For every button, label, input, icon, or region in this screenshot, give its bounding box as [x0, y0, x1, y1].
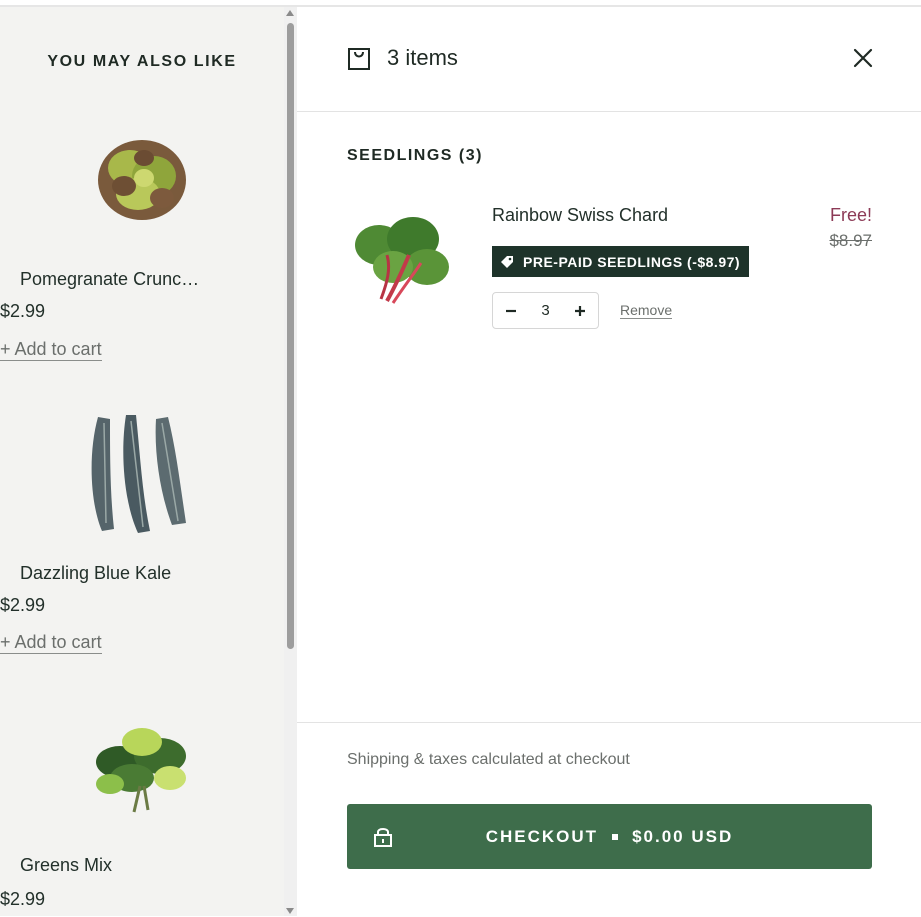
- shipping-note: Shipping & taxes calculated at checkout: [347, 751, 630, 768]
- recommendations-panel: YOU MAY ALSO LIKE Pomegranate Crunc… $2.…: [0, 7, 284, 916]
- checkout-button[interactable]: CHECKOUT $0.00 USD: [347, 804, 872, 869]
- increase-quantity-button[interactable]: [562, 293, 598, 328]
- recommendations-title: YOU MAY ALSO LIKE: [47, 53, 237, 70]
- separator-dot: [612, 833, 619, 840]
- decrease-quantity-button[interactable]: [493, 293, 529, 328]
- add-to-cart-label[interactable]: + Add to cart: [0, 339, 102, 361]
- item-price-now: Free!: [829, 205, 872, 225]
- checkout-label[interactable]: CHECKOUT: [486, 827, 598, 847]
- add-to-cart-link[interactable]: + Add to cart: [0, 339, 284, 361]
- recommendations-scrollbar[interactable]: [284, 7, 297, 916]
- swiss-chard-image[interactable]: [347, 205, 457, 315]
- add-to-cart-link[interactable]: + Add to cart: [0, 632, 284, 654]
- close-icon[interactable]: [852, 47, 874, 69]
- recommendation-name[interactable]: Greens Mix: [20, 855, 264, 876]
- recommendation-name[interactable]: Pomegranate Crunc…: [20, 269, 264, 290]
- greens-mix-image[interactable]: [80, 706, 204, 830]
- discount-label: PRE-PAID SEEDLINGS (-$8.97): [523, 253, 741, 270]
- kale-image[interactable]: [80, 413, 204, 537]
- scroll-down-arrow-icon[interactable]: [286, 908, 294, 914]
- minus-icon: [506, 309, 516, 312]
- recommendation-name[interactable]: Dazzling Blue Kale: [20, 563, 264, 584]
- discount-badge: PRE-PAID SEEDLINGS (-$8.97): [492, 246, 750, 277]
- recommendation-price: $2.99: [0, 595, 46, 615]
- scrollbar-thumb[interactable]: [287, 23, 294, 649]
- checkout-amount[interactable]: $0.00 USD: [632, 827, 733, 847]
- cart-drawer: 3 items SEEDLINGS (3) Rainbow Swiss Char…: [297, 7, 921, 916]
- bag-icon: [348, 48, 370, 70]
- cart-section-title: SEEDLINGS (3): [347, 147, 483, 164]
- quantity-stepper: 3: [492, 292, 599, 329]
- plus-icon: [575, 305, 585, 316]
- checkout-text[interactable]: CHECKOUT $0.00 USD: [347, 804, 872, 869]
- cart-items-count: 3 items: [387, 45, 458, 70]
- add-to-cart-label[interactable]: + Add to cart: [0, 632, 102, 654]
- item-price-original: $8.97: [829, 231, 872, 250]
- scroll-up-arrow-icon[interactable]: [286, 10, 294, 16]
- lettuce-image[interactable]: [80, 118, 204, 242]
- cart-footer: Shipping & taxes calculated at checkout …: [297, 722, 921, 917]
- remove-item-link[interactable]: Remove: [620, 303, 673, 319]
- quantity-value[interactable]: 3: [529, 302, 562, 319]
- item-name[interactable]: Rainbow Swiss Chard: [492, 205, 668, 226]
- recommendation-price: $2.99: [0, 301, 46, 321]
- tag-icon: [501, 255, 513, 268]
- cart-header: 3 items: [297, 7, 921, 112]
- recommendation-price: $2.99: [0, 889, 46, 909]
